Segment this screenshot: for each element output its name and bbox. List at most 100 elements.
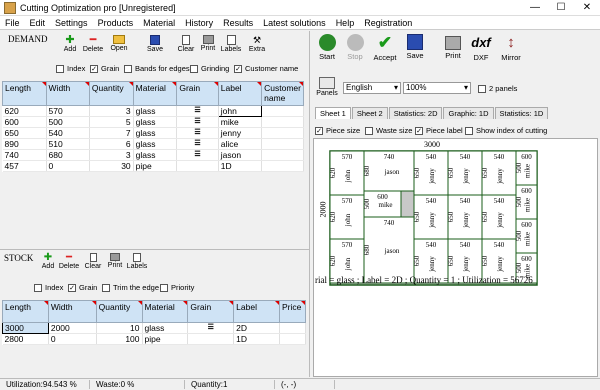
menu-results[interactable]: Results — [218, 18, 258, 28]
tab-sheet-1[interactable]: Sheet 1 — [315, 107, 351, 119]
table-row[interactable]: 457 0 30 pipe 1D — [2, 160, 304, 172]
column-header[interactable]: Quantity — [95, 300, 143, 323]
column-header[interactable]: Width — [47, 300, 97, 323]
minimize-button[interactable]: — — [522, 2, 548, 13]
demand-grain-checkbox[interactable]: ✓ Grain — [90, 64, 119, 73]
menu-history[interactable]: History — [180, 18, 218, 28]
grain-icon[interactable]: ☰ — [176, 127, 219, 139]
demand-add-button[interactable]: ✚ Add — [60, 35, 80, 54]
stock-priority-checkbox[interactable]: Priority — [160, 283, 194, 292]
menu-material[interactable]: Material — [138, 18, 180, 28]
menu-edit[interactable]: Edit — [25, 18, 51, 28]
table-row[interactable]: 740 680 3 glass ☰ jason — [2, 149, 304, 161]
panels-button[interactable]: Panels — [315, 77, 339, 97]
demand-index-checkbox[interactable]: Index — [56, 64, 85, 73]
waste-size-checkbox[interactable]: Waste size — [365, 126, 412, 135]
stock-clear-button[interactable]: Clear — [83, 253, 103, 270]
start-button[interactable]: Start — [315, 34, 339, 61]
stock-trim-checkbox[interactable]: Trim the edge — [102, 283, 159, 292]
grain-icon[interactable]: ☰ — [176, 105, 219, 117]
grain-icon[interactable]: ☰ — [176, 149, 219, 161]
demand-customer-checkbox[interactable]: ✓ Customer name — [234, 64, 298, 73]
piece-size-checkbox[interactable]: ✓ Piece size — [315, 126, 360, 135]
column-header[interactable]: Price — [278, 300, 307, 323]
stock-delete-button[interactable]: ━ Delete — [58, 253, 80, 271]
zoom-select[interactable]: 100% — [403, 82, 471, 94]
grain-icon[interactable]: ☰ — [187, 322, 235, 334]
column-header[interactable]: Customer name — [261, 81, 304, 106]
column-header[interactable]: Label — [233, 300, 280, 323]
grain-icon[interactable]: ☰ — [176, 116, 219, 128]
column-header[interactable]: Grain — [176, 81, 219, 106]
show-index-checkbox[interactable]: Show index of cutting — [465, 126, 547, 135]
table-row[interactable]: 620 570 3 glass ☰ john — [2, 105, 304, 117]
demand-clear-button[interactable]: Clear — [176, 35, 196, 53]
menu-latest-solutions[interactable]: Latest solutions — [258, 18, 331, 28]
language-select[interactable]: English — [343, 82, 401, 94]
column-header[interactable]: Grain — [187, 300, 235, 323]
mirror-button[interactable]: ↕ Mirror — [499, 34, 523, 62]
table-row[interactable]: 600 500 5 glass ☰ mike — [2, 116, 304, 128]
dxf-button[interactable]: dxf DXF — [469, 34, 493, 62]
cut-piece[interactable]: 540650 jenny — [413, 194, 449, 240]
stock-labels-button[interactable]: Labels — [126, 253, 148, 270]
column-header[interactable]: Width — [45, 81, 90, 106]
cut-piece[interactable]: 540650 jenny — [481, 194, 517, 240]
cut-piece[interactable]: 540650 jenny — [413, 150, 449, 196]
tab-statistics-2d[interactable]: Statistics: 2D — [388, 107, 443, 119]
demand-labels-button[interactable]: Labels — [220, 35, 242, 53]
column-header[interactable]: Length — [2, 300, 49, 323]
cut-piece[interactable]: 540650 jenny — [447, 194, 483, 240]
table-row[interactable]: 890 510 6 glass ☰ alice — [2, 138, 304, 150]
demand-save-button[interactable]: Save — [144, 35, 166, 53]
piece-label-checkbox[interactable]: ✓ Piece label — [415, 126, 463, 135]
results-print-button[interactable]: Print — [441, 34, 465, 60]
menu-registration[interactable]: Registration — [359, 18, 417, 28]
table-row[interactable]: 2800 0 100 pipe 1D — [2, 333, 307, 345]
menu-help[interactable]: Help — [331, 18, 360, 28]
stock-grain-checkbox[interactable]: ✓ Grain — [68, 283, 97, 292]
piece-label: john — [344, 169, 352, 183]
cutting-canvas[interactable]: 3000 2000 570 620 john 740 680 jason 540 650 jen… — [313, 138, 598, 377]
tab-statistics-1d[interactable]: Statistics: 1D — [494, 107, 549, 119]
column-header[interactable]: Material — [132, 81, 178, 106]
table-row[interactable]: 650 540 7 glass ☰ jenny — [2, 127, 304, 139]
demand-bands-checkbox[interactable]: Bands for edges — [124, 64, 190, 73]
tab-graphic-1d[interactable]: Graphic: 1D — [443, 107, 494, 119]
column-header[interactable]: Label — [217, 81, 263, 106]
column-header[interactable]: Material — [141, 300, 189, 323]
demand-delete-button[interactable]: ━ Delete — [82, 35, 104, 54]
cut-piece[interactable]: 740 680 jason — [363, 216, 415, 284]
demand-open-button[interactable]: Open — [108, 35, 130, 52]
column-header[interactable]: Length — [2, 81, 47, 106]
demand-extra-button[interactable]: ⚒ Extra — [246, 35, 268, 53]
stock-add-button[interactable]: ✚ Add — [38, 253, 58, 271]
accept-button[interactable]: ✔ Accept — [371, 34, 399, 63]
cut-piece[interactable]: 540650 jenny — [481, 150, 517, 196]
cut-piece[interactable]: 600500 mike — [515, 150, 538, 186]
maximize-button[interactable]: ☐ — [548, 2, 574, 13]
piece-label: john — [344, 257, 352, 271]
cut-piece[interactable]: 740 680 jason — [363, 150, 415, 192]
two-panels-checkbox[interactable]: 2 panels — [478, 84, 517, 93]
cut-piece[interactable]: 540650 jenny — [447, 150, 483, 196]
tab-sheet-2[interactable]: Sheet 2 — [351, 107, 388, 119]
demand-grinding-checkbox[interactable]: Grinding — [190, 64, 229, 73]
table-row[interactable]: 3000 2000 10 glass ☰ 2D — [2, 322, 307, 334]
cut-piece[interactable]: 600500 mike — [515, 184, 538, 220]
cut-piece[interactable]: 570 620 john — [329, 194, 365, 240]
menu-products[interactable]: Products — [93, 18, 139, 28]
stock-index-checkbox[interactable]: Index — [34, 283, 63, 292]
menu-settings[interactable]: Settings — [50, 18, 93, 28]
grain-icon[interactable]: ☰ — [176, 138, 219, 150]
stock-print-button[interactable]: Print — [105, 253, 125, 269]
cut-piece[interactable]: 600500 mike — [363, 190, 402, 218]
menu-file[interactable]: File — [0, 18, 25, 28]
close-button[interactable]: ✕ — [574, 2, 600, 13]
results-save-button[interactable]: Save — [403, 34, 427, 60]
cut-piece[interactable]: 600500 mike — [515, 218, 538, 254]
cut-piece[interactable]: 570 620 john — [329, 150, 365, 196]
demand-print-button[interactable]: Print — [198, 35, 218, 52]
column-header[interactable]: Quantity — [88, 81, 134, 106]
stop-button[interactable]: Stop — [343, 34, 367, 61]
